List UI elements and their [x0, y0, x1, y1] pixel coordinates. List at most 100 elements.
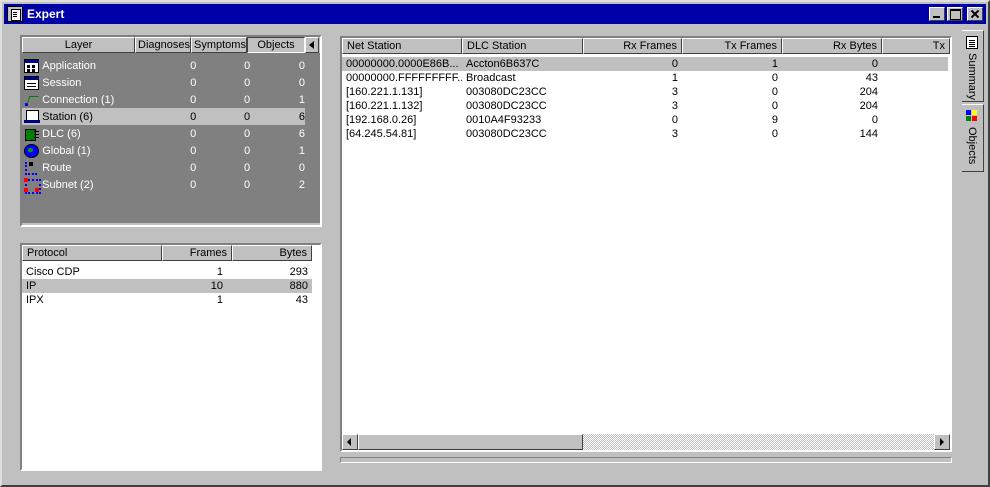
protocol-frames: 10	[210, 280, 223, 292]
symptoms-count: 0	[244, 127, 251, 140]
layer-list: Application 0 0 0 Session 0 0 0 Connecti…	[22, 53, 320, 223]
station-row[interactable]: 00000000.0000E86B... Accton6B637C 0 1 0	[342, 57, 948, 71]
rx-frames-cell: 0	[671, 58, 678, 70]
net-station-cell: [160.221.1.132]	[346, 100, 423, 112]
net-station-cell: [64.245.54.81]	[346, 128, 417, 140]
protocol-row-cisco-cdp[interactable]: Cisco CDP 1 293	[22, 265, 312, 279]
dlc-station-cell: 0010A4F93233	[466, 114, 542, 126]
rx-frames-cell: 1	[671, 72, 678, 84]
symptoms-count: 0	[244, 59, 251, 72]
layer-name: Application	[42, 59, 97, 72]
rx-frames-cell: 3	[671, 128, 678, 140]
tx-frames-cell: 0	[771, 72, 778, 84]
protocol-row-ipx[interactable]: IPX 1 43	[22, 293, 312, 307]
column-header-layer[interactable]: Layer	[22, 37, 135, 53]
column-header-protocol[interactable]: Protocol	[22, 245, 162, 261]
column-header-symptoms[interactable]: Symptoms	[191, 37, 247, 53]
protocol-name: IP	[26, 280, 37, 292]
station-row[interactable]: [160.221.1.131] 003080DC23CC 3 0 204	[342, 85, 948, 99]
station-row[interactable]: [64.245.54.81] 003080DC23CC 3 0 144	[342, 127, 948, 141]
rx-frames-cell: 3	[671, 86, 678, 98]
objects-count: 1	[298, 93, 305, 106]
layer-name: DLC (6)	[42, 127, 81, 140]
session-icon	[24, 75, 40, 90]
layer-row-route[interactable]: Route 0 0 0	[22, 159, 305, 176]
layer-name: Connection (1)	[42, 93, 115, 106]
symptoms-count: 0	[244, 110, 251, 123]
layer-row-global[interactable]: Global (1) 0 0 1	[22, 142, 305, 159]
rx-bytes-cell: 43	[865, 72, 878, 84]
window-title: Expert	[27, 7, 65, 21]
protocol-bytes: 293	[289, 266, 308, 278]
scroll-right-icon[interactable]	[934, 434, 950, 450]
status-divider	[340, 457, 952, 463]
diagnoses-count: 0	[190, 161, 197, 174]
station-table-hscrollbar[interactable]	[342, 434, 950, 450]
diagnoses-count: 0	[190, 127, 197, 140]
tab-objects-label: Objects	[966, 127, 978, 165]
symptoms-count: 0	[244, 93, 251, 106]
layer-row-subnet[interactable]: Subnet (2) 0 0 2	[22, 176, 305, 194]
layer-row-station[interactable]: Station (6) 0 0 6	[22, 108, 305, 125]
column-header-rx-bytes[interactable]: Rx Bytes	[782, 38, 882, 54]
application-icon	[24, 58, 40, 73]
scroll-thumb[interactable]	[358, 434, 583, 450]
diagnoses-count: 0	[190, 178, 197, 191]
column-header-tx-frames[interactable]: Tx Frames	[682, 38, 782, 54]
column-header-dlc-station[interactable]: DLC Station	[462, 38, 583, 54]
layer-row-application[interactable]: Application 0 0 0	[22, 57, 305, 74]
route-icon	[24, 161, 39, 175]
station-row[interactable]: [192.168.0.26] 0010A4F93233 0 9 0	[342, 113, 948, 127]
maximize-button[interactable]	[947, 7, 963, 21]
column-header-frames[interactable]: Frames	[162, 245, 232, 261]
close-button[interactable]	[967, 7, 983, 21]
objects-count: 1	[298, 144, 306, 157]
minimize-button[interactable]	[929, 7, 945, 21]
rx-frames-cell: 0	[671, 114, 678, 126]
protocol-table-header: Protocol Frames Bytes	[22, 245, 312, 261]
scroll-left-icon[interactable]	[342, 434, 358, 450]
protocol-panel: Protocol Frames Bytes Cisco CDP 1 293 IP…	[20, 243, 322, 471]
station-icon	[24, 109, 41, 124]
diagnoses-count: 0	[190, 110, 197, 123]
layer-row-session[interactable]: Session 0 0 0	[22, 74, 305, 91]
layer-row-connection[interactable]: Connection (1) 0 0 1	[22, 91, 305, 108]
column-header-rx-frames[interactable]: Rx Frames	[583, 38, 682, 54]
protocol-frames: 1	[216, 294, 223, 306]
column-header-bytes[interactable]: Bytes	[232, 245, 312, 261]
objects-icon	[966, 110, 978, 123]
column-header-diagnoses[interactable]: Diagnoses	[135, 37, 191, 53]
layer-table-header: Layer Diagnoses Symptoms Objects	[22, 37, 319, 53]
diagnoses-count: 0	[190, 59, 197, 72]
layer-name: Route	[42, 161, 72, 174]
net-station-cell: [160.221.1.131]	[346, 86, 423, 98]
protocol-row-ip[interactable]: IP 10 880	[22, 279, 312, 293]
column-header-tx[interactable]: Tx	[882, 38, 950, 54]
protocol-bytes: 43	[295, 294, 308, 306]
symptoms-count: 0	[244, 76, 251, 89]
tab-objects[interactable]: Objects	[962, 104, 984, 172]
tx-frames-cell: 1	[771, 58, 778, 70]
app-icon[interactable]	[7, 6, 23, 22]
column-header-net-station[interactable]: Net Station	[342, 38, 462, 54]
symptoms-count: 0	[244, 178, 251, 191]
tab-summary-label: Summary	[966, 53, 978, 101]
rx-frames-cell: 3	[671, 100, 678, 112]
scroll-left-arrow-icon[interactable]	[305, 37, 319, 53]
rx-bytes-cell: 0	[871, 114, 878, 126]
rx-bytes-cell: 144	[859, 128, 878, 140]
title-bar[interactable]: Expert	[4, 4, 986, 24]
rx-bytes-cell: 204	[859, 86, 878, 98]
station-row[interactable]: 00000000.FFFFFFFFF... Broadcast 1 0 43	[342, 71, 948, 85]
summary-icon	[966, 36, 978, 49]
protocol-bytes: 880	[289, 280, 308, 292]
globe-icon	[24, 143, 40, 158]
net-station-cell: [192.168.0.26]	[346, 114, 417, 126]
layer-row-dlc[interactable]: DLC (6) 0 0 6	[22, 125, 305, 142]
layer-panel: Layer Diagnoses Symptoms Objects Applica…	[20, 35, 322, 227]
tab-summary[interactable]: Summary	[962, 30, 984, 102]
column-header-objects[interactable]: Objects	[247, 37, 305, 53]
station-row[interactable]: [160.221.1.132] 003080DC23CC 3 0 204	[342, 99, 948, 113]
tx-frames-cell: 0	[771, 128, 778, 140]
dlc-station-cell: 003080DC23CC	[466, 86, 547, 98]
